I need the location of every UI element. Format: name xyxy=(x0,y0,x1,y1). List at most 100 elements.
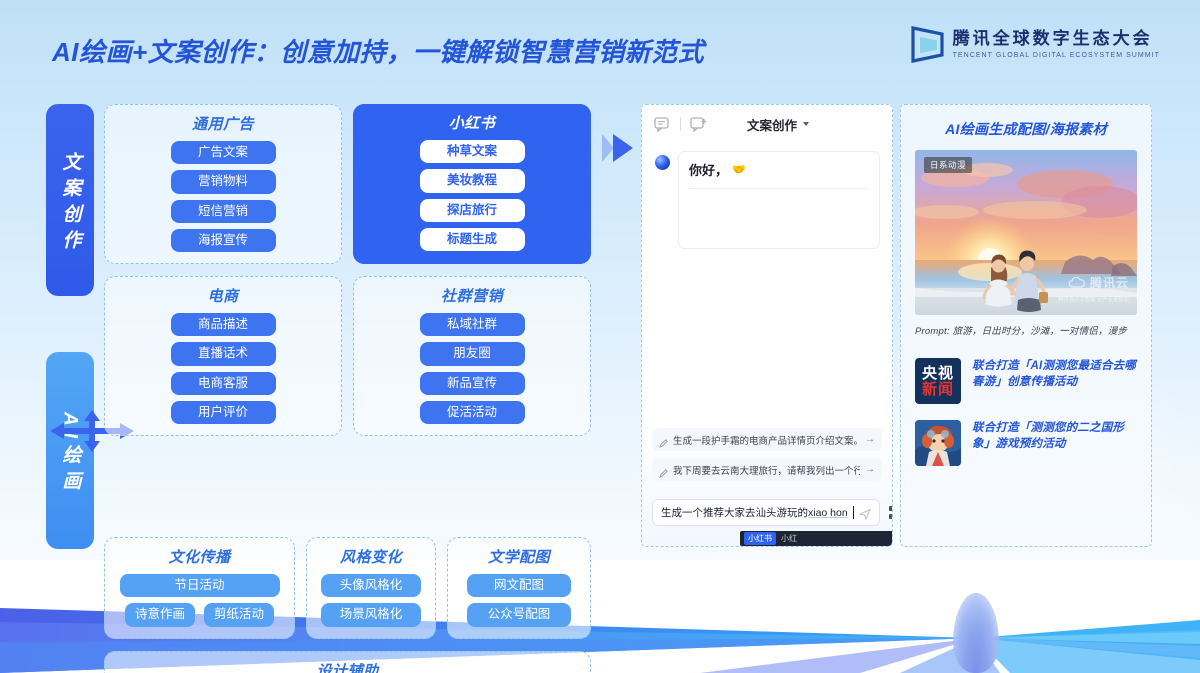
tag-pill[interactable]: 公众号配图 xyxy=(467,603,571,627)
tag-pill[interactable]: 网文配图 xyxy=(467,574,571,598)
tag-pill[interactable]: 剪纸活动 xyxy=(204,603,274,627)
group-card-style[interactable]: 风格变化 头像风格化 场景风格化 xyxy=(306,537,436,639)
campaign-text: 联合打造「AI测测您最适合去哪春游」创意传播活动 xyxy=(972,360,1136,389)
suggestion-item[interactable]: 生成一段护手霜的电商产品详情页介绍文案。 → xyxy=(652,428,882,451)
ime-selected-candidate[interactable]: 小红书 xyxy=(744,532,776,545)
apps-grid-icon[interactable] xyxy=(888,506,892,519)
chat-composer: 生成一个推荐大家去汕头游玩的xiao hon xyxy=(652,499,892,526)
group-title: 风格变化 xyxy=(339,549,402,566)
greeting-text: 你好， xyxy=(689,163,729,178)
group-title: 小红书 xyxy=(448,115,496,132)
group-title: 文学配图 xyxy=(487,549,550,566)
toolbar-divider xyxy=(680,117,681,131)
chat-history-icon[interactable] xyxy=(654,116,671,132)
group-card-design-assist[interactable]: 设计辅助 游戏原画设计 漫画草图设计 海报物料设计 海报宣传设计 影视作品分镜场… xyxy=(104,650,591,673)
cctv-news-logo: 央视 新闻 xyxy=(915,358,961,404)
page-title: AI绘画+文案创作：创意加持，一键解锁智慧营销新范式 xyxy=(52,37,705,67)
group-title: 电商 xyxy=(207,288,239,305)
campaign-list: 央视 新闻 联合打造「AI测测您最适合去哪春游」创意传播活动 联合打造「测测您的… xyxy=(915,358,1137,466)
generated-artwork-image: 日系动漫 腾讯云 腾讯云人工智能 让产业更智能 xyxy=(915,150,1137,315)
play-arrow-icon xyxy=(600,131,640,165)
group-title: 文化传播 xyxy=(168,549,231,566)
tag-pill[interactable]: 促活活动 xyxy=(419,400,525,424)
chat-mode-selector[interactable]: 文案创作 xyxy=(747,115,810,134)
campaign-text: 联合打造「测测您的二之国形象」游戏预约活动 xyxy=(972,422,1125,451)
tag-pill[interactable]: 标题生成 xyxy=(419,227,525,251)
watermark: 腾讯云 xyxy=(1068,274,1129,291)
group-title: 社群营销 xyxy=(440,288,503,305)
cloud-icon xyxy=(1068,276,1085,288)
group-title: 通用广告 xyxy=(191,116,254,133)
game-app-icon xyxy=(915,420,961,466)
tag-pill[interactable]: 新品宣传 xyxy=(419,371,525,395)
text-caret xyxy=(852,506,854,519)
tag-pill[interactable]: 节日活动 xyxy=(119,574,280,598)
tag-pill[interactable]: 场景风格化 xyxy=(321,603,421,627)
slide-root: AI绘画+文案创作：创意加持，一键解锁智慧营销新范式 腾讯全球数字生态大会 TE… xyxy=(0,0,1200,673)
tag-pill[interactable]: 用户评价 xyxy=(170,400,276,424)
ai-art-panel: AI绘画生成配图/海报素材 日系动漫 腾讯云 腾讯云人工智能 让产业更智能 Pr… xyxy=(900,104,1152,547)
input-cn-part: 生成一个推荐大家去汕头游玩的 xyxy=(661,507,808,519)
taxonomy-grid: 通用广告 广告文案 营销物料 短信营销 海报宣传 小红书 种草文案 美妆教程 探… xyxy=(104,104,591,673)
arrow-right-icon: → xyxy=(865,464,875,475)
logo-title-en: TENCENT GLOBAL DIGITAL ECOSYSTEM SUMMIT xyxy=(952,51,1160,59)
pencil-icon xyxy=(659,465,668,478)
ime-candidate-option[interactable]: 小红 xyxy=(781,533,797,544)
logo-title-cn: 腾讯全球数字生态大会 xyxy=(952,29,1153,49)
chevron-down-icon xyxy=(803,122,810,126)
tag-pill[interactable]: 营销物料 xyxy=(170,170,276,194)
group-card-literature[interactable]: 文学配图 网文配图 公众号配图 xyxy=(447,537,591,639)
chat-input[interactable]: 生成一个推荐大家去汕头游玩的xiao hon xyxy=(652,499,880,526)
chat-app-panel: 文案创作 你好， 🤝 生成一段护手霜的电商产品详情页介绍文案。 → 我下周要去云… xyxy=(641,104,893,547)
suggestion-text: 我下周要去云南大理旅行，请帮我列出一个行李清单。 xyxy=(673,465,860,477)
ime-candidate-bar[interactable]: 小红书 小红 xyxy=(740,531,892,546)
assistant-greeting: 你好， 🤝 xyxy=(689,160,869,179)
tag-pill[interactable]: 短信营销 xyxy=(170,199,276,223)
left-taxonomy-column: 文案创作 AI绘画 通用广告 广告文案 营销物料 短信营销 海报宣传 小红书 种… xyxy=(46,104,591,673)
watermark-text: 腾讯云 xyxy=(1089,276,1129,290)
group-card-culture[interactable]: 文化传播 节日活动 诗意作画 剪纸活动 xyxy=(104,537,295,639)
send-icon[interactable] xyxy=(858,507,871,520)
tag-pill[interactable]: 诗意作画 xyxy=(125,603,195,627)
tag-pill[interactable]: 电商客服 xyxy=(170,371,276,395)
tag-pill[interactable]: 探店旅行 xyxy=(419,198,525,222)
assistant-message-bubble: 你好， 🤝 xyxy=(678,151,880,249)
watermark-subtext: 腾讯云人工智能 让产业更智能 xyxy=(1058,297,1129,303)
list-item[interactable]: 联合打造「测测您的二之国形象」游戏预约活动 xyxy=(915,420,1137,466)
prompt-caption: Prompt: 旅游，日出时分，沙滩，一对情侣，漫步 xyxy=(915,326,1128,337)
tag-pill[interactable]: 种草文案 xyxy=(419,140,525,164)
suggestion-item[interactable]: 我下周要去云南大理旅行，请帮我列出一个行李清单。 → xyxy=(652,458,882,481)
chat-surface: 文案创作 你好， 🤝 生成一段护手霜的电商产品详情页介绍文案。 → 我下周要去云… xyxy=(642,105,892,546)
cctv-line-1: 央视 xyxy=(921,364,954,382)
chat-input-text: 生成一个推荐大家去汕头游玩的xiao hon xyxy=(661,505,848,520)
new-chat-icon[interactable] xyxy=(690,116,707,132)
tag-pill[interactable]: 美妆教程 xyxy=(419,169,525,193)
handshake-emoji-icon: 🤝 xyxy=(732,164,746,176)
arrow-right-icon: → xyxy=(865,434,875,445)
group-card-ecommerce[interactable]: 电商 商品描述 直播话术 电商客服 用户评价 xyxy=(104,276,342,436)
tag-pill[interactable]: 直播话术 xyxy=(170,342,276,366)
suggestion-list: 生成一段护手霜的电商产品详情页介绍文案。 → 我下周要去云南大理旅行，请帮我列出… xyxy=(652,428,882,488)
group-card-xiaohongshu[interactable]: 小红书 种草文案 美妆教程 探店旅行 标题生成 xyxy=(353,104,591,264)
section-label-copywriting: 文案创作 xyxy=(46,104,94,296)
conference-logo: 腾讯全球数字生态大会 TENCENT GLOBAL DIGITAL ECOSYS… xyxy=(910,26,1160,63)
assistant-avatar xyxy=(655,155,670,170)
tag-pill[interactable]: 私域社群 xyxy=(419,313,525,337)
bubble-divider xyxy=(689,188,869,189)
group-title: 设计辅助 xyxy=(316,662,379,673)
tag-pill[interactable]: 朋友圈 xyxy=(419,342,525,366)
tag-pill[interactable]: 商品描述 xyxy=(170,313,276,337)
group-card-general-ads[interactable]: 通用广告 广告文案 营销物料 短信营销 海报宣传 xyxy=(104,104,342,264)
cctv-line-2: 新闻 xyxy=(921,380,954,398)
group-card-community-marketing[interactable]: 社群营销 私域社群 朋友圈 新品宣传 促活活动 xyxy=(353,276,591,436)
tag-pill[interactable]: 头像风格化 xyxy=(321,574,421,598)
chat-mode-label: 文案创作 xyxy=(747,118,798,133)
tencent-summit-mark-icon xyxy=(910,26,944,63)
list-item[interactable]: 央视 新闻 联合打造「AI测测您最适合去哪春游」创意传播活动 xyxy=(915,358,1137,404)
tag-pill[interactable]: 海报宣传 xyxy=(170,228,276,252)
image-style-tag: 日系动漫 xyxy=(924,157,973,173)
tag-pill[interactable]: 广告文案 xyxy=(170,141,276,165)
ai-art-panel-title: AI绘画生成配图/海报素材 xyxy=(945,121,1107,137)
chat-toolbar: 文案创作 xyxy=(642,105,892,143)
pencil-icon xyxy=(659,435,668,448)
